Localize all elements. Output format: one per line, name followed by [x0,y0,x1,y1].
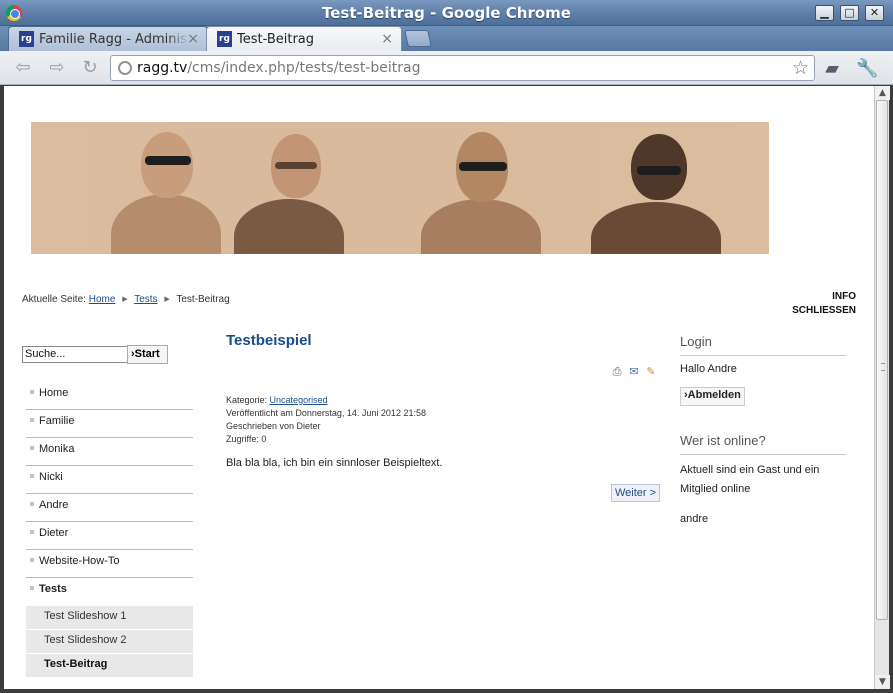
menu-item-website-how-to[interactable]: Website-How-To [26,550,193,578]
menu-item-dieter[interactable]: Dieter [26,522,193,550]
tab-test-beitrag[interactable]: rg Test-Beitrag × [206,26,402,51]
article-meta: Kategorie: Uncategorised Veröffentlicht … [226,395,426,444]
grip-icon [881,363,885,371]
menu-item-home[interactable]: Home [26,382,193,410]
page-viewport: Aktuelle Seite: Home ▶ Tests ▶ Test-Beit… [4,86,874,689]
published-date: Veröffentlicht am Donnerstag, 14. Juni 2… [226,408,426,418]
online-user: andre [680,513,709,525]
scroll-up-icon[interactable]: ▲ [875,86,890,100]
tab-close-icon[interactable]: × [187,31,199,47]
menu-item-nicki[interactable]: Nicki [26,466,193,494]
bullet-icon [30,390,34,394]
bullet-icon [30,586,34,590]
minimize-button[interactable]: ▁ [815,5,834,21]
search-start-button[interactable]: ›Start [127,345,168,364]
bullet-icon [30,558,34,562]
hits: Zugriffe: 0 [226,434,267,444]
tab-strip: rg Familie Ragg - Administration × rg Te… [0,26,893,51]
wrench-icon[interactable]: 🔧 [856,58,878,79]
new-tab-button[interactable] [404,30,432,47]
tab-label: Test-Beitrag [237,32,315,47]
bullet-icon [30,446,34,450]
window-title: Test-Beitrag - Google Chrome [322,4,571,22]
print-icon[interactable]: ⎙ [610,365,624,378]
address-bar[interactable]: ragg.tv/cms/index.php/tests/test-beitrag… [110,55,815,81]
site-favicon-icon: rg [217,31,232,47]
menu-item-tests[interactable]: Tests [26,578,193,606]
breadcrumb-home-link[interactable]: Home [89,294,116,305]
login-heading: Login [680,334,846,356]
page-scrollbar[interactable]: ▲ ▼ [874,86,890,689]
search-input[interactable]: Suche... [22,346,128,363]
next-article-button[interactable]: Weiter > [611,484,660,502]
scroll-down-icon[interactable]: ▼ [875,675,890,689]
close-link[interactable]: SCHLIESSEN [792,304,856,318]
login-greeting: Hallo Andre [680,363,737,375]
globe-icon [118,61,132,75]
close-window-button[interactable]: ✕ [865,5,884,21]
article-title: Testbeispiel [226,332,312,349]
bookmark-star-icon[interactable]: ☆ [792,57,809,79]
tab-close-icon[interactable]: × [381,31,393,47]
online-heading: Wer ist online? [680,433,846,455]
category-link[interactable]: Uncategorised [270,395,328,405]
menu-item-familie[interactable]: Familie [26,410,193,438]
submenu-item-test-slideshow-2[interactable]: Test Slideshow 2 [26,630,193,653]
submenu-item-test-slideshow-1[interactable]: Test Slideshow 1 [26,606,193,629]
logout-button[interactable]: ›Abmelden [680,387,745,406]
breadcrumb-current: Test-Beitrag [176,294,230,305]
maximize-button[interactable]: □ [840,5,859,21]
menu-item-monika[interactable]: Monika [26,438,193,466]
reload-icon[interactable]: ↻ [79,58,101,78]
breadcrumb-prefix: Aktuelle Seite: [22,294,86,305]
who-is-online-module: Wer ist online? Aktuell sind ein Gast un… [680,433,846,529]
book-icon[interactable]: ▰ [821,58,843,79]
main-menu: Home Familie Monika Nicki Andre Dieter W… [26,382,193,678]
tab-label: Familie Ragg - Administration [39,32,189,47]
header-banner-image [31,122,769,254]
article-body: Bla bla bla, ich bin ein sinnloser Beisp… [226,457,443,469]
bullet-icon [30,418,34,422]
back-icon[interactable]: ⇦ [12,58,34,78]
menu-item-andre[interactable]: Andre [26,494,193,522]
email-icon[interactable]: ✉ [627,365,641,378]
url-text[interactable]: ragg.tv/cms/index.php/tests/test-beitrag [137,60,420,76]
breadcrumb-arrow-icon: ▶ [164,296,170,303]
breadcrumb-arrow-icon: ▶ [122,296,128,303]
tab-familie-ragg[interactable]: rg Familie Ragg - Administration × [8,26,208,51]
online-text: Aktuell sind ein Gast und ein Mitglied o… [680,464,820,495]
bullet-icon [30,474,34,478]
window-titlebar[interactable]: Test-Beitrag - Google Chrome ▁ □ ✕ [0,0,893,26]
breadcrumb-tests-link[interactable]: Tests [134,294,157,305]
forward-icon[interactable]: ⇨ [46,58,68,78]
top-links: INFO SCHLIESSEN [792,290,856,318]
info-link[interactable]: INFO [792,290,856,304]
edit-icon[interactable]: ✎ [644,365,658,378]
login-module: Login Hallo Andre ›Abmelden [680,334,846,406]
bullet-icon [30,502,34,506]
breadcrumb: Aktuelle Seite: Home ▶ Tests ▶ Test-Beit… [22,294,230,305]
scrollbar-thumb[interactable] [876,100,888,620]
submenu-item-test-beitrag[interactable]: Test-Beitrag [26,654,193,677]
author: Geschrieben von Dieter [226,421,321,431]
bullet-icon [30,530,34,534]
site-favicon-icon: rg [19,31,34,47]
browser-toolbar: ⇦ ⇨ ↻ ragg.tv/cms/index.php/tests/test-b… [0,51,893,85]
